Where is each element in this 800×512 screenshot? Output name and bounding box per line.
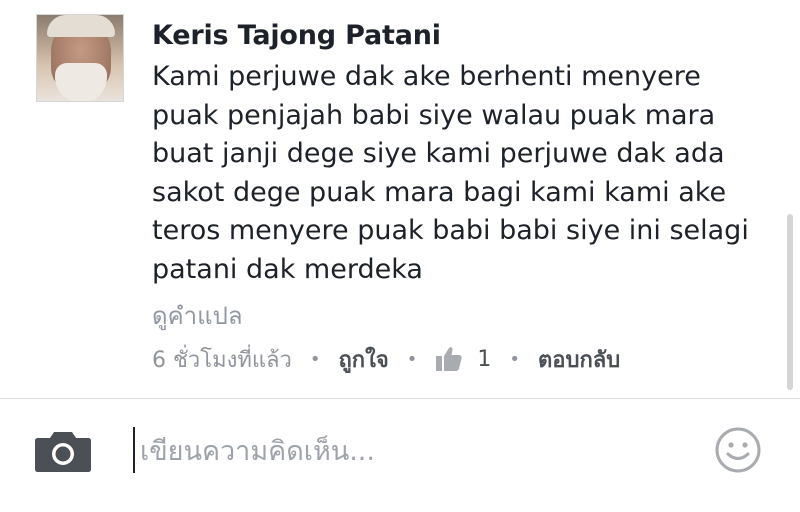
separator-dot: • bbox=[509, 348, 521, 370]
comment-composer bbox=[0, 398, 800, 512]
see-translation-link[interactable]: ดูคำแปล bbox=[152, 296, 243, 335]
comment-body: Kami perjuwe dak ake berhenti menyere pu… bbox=[152, 58, 772, 289]
avatar-beard bbox=[55, 63, 107, 101]
thumbs-up-icon[interactable] bbox=[435, 346, 463, 372]
comment-text-line: patani dak merdeka bbox=[152, 253, 423, 285]
comment-text-line: Kami perjuwe dak ake berhenti menyere bbox=[152, 61, 701, 92]
comment-author-name[interactable]: Keris Tajong Patani bbox=[152, 20, 441, 51]
comment-timestamp[interactable]: 6 ชั่วโมงที่แล้ว bbox=[152, 342, 292, 377]
avatar[interactable] bbox=[36, 14, 124, 102]
separator-dot: • bbox=[309, 348, 321, 370]
like-button[interactable]: ถูกใจ bbox=[338, 342, 388, 377]
comment: Keris Tajong Patani Kami perjuwe dak ake… bbox=[0, 0, 800, 398]
comment-text-line: teros menyere puak babi babi siye ini se… bbox=[152, 215, 749, 246]
comment-text-line: puak penjajah babi siye walau puak mara bbox=[152, 99, 716, 131]
comment-text-line: buat janji dege siye kami perjuwe dak ad… bbox=[152, 138, 725, 169]
like-count[interactable]: 1 bbox=[477, 347, 491, 372]
comment-text-line: sakot dege puak mara bagi kami kami ake bbox=[152, 176, 727, 208]
text-cursor bbox=[133, 427, 135, 473]
avatar-hair bbox=[47, 15, 115, 37]
smiley-icon[interactable] bbox=[714, 426, 762, 474]
camera-icon[interactable] bbox=[34, 429, 92, 473]
comment-input[interactable] bbox=[140, 429, 680, 473]
comment-actions: 6 ชั่วโมงที่แล้ว • ถูกใจ • 1 • ตอบกลับ bbox=[152, 343, 620, 375]
reply-button[interactable]: ตอบกลับ bbox=[538, 342, 620, 377]
separator-dot: • bbox=[406, 348, 418, 370]
scrollbar[interactable] bbox=[787, 214, 793, 390]
